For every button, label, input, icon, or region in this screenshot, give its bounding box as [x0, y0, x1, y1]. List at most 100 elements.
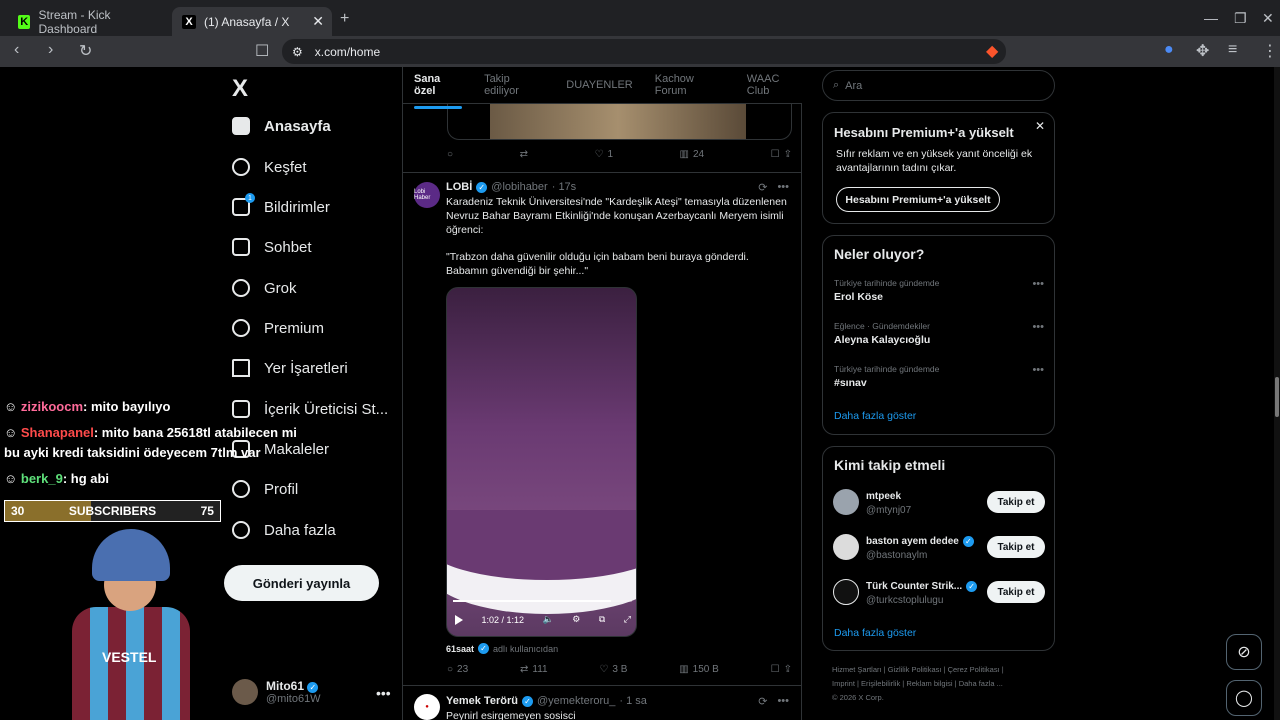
more-options-icon[interactable]: ••• [376, 685, 391, 701]
post-actions: ○ 23 ⇄ 111 ♡ 3 B ▥ 150 B ☐ ⇪ [447, 664, 792, 675]
repost-icon[interactable]: ⇄ [520, 149, 528, 160]
more-options-icon[interactable]: ••• [777, 181, 789, 194]
fullscreen-icon[interactable]: ⤢ [624, 614, 631, 625]
new-tab-button[interactable]: + [340, 10, 349, 28]
window-close-icon[interactable]: ✕ [1262, 10, 1274, 27]
settings-icon[interactable]: ⚙ [572, 614, 580, 625]
pip-icon[interactable]: ⧉ [599, 614, 605, 625]
chat-message: ☺ Shanapanel: mito bana 25618tl atabilec… [4, 423, 304, 463]
scrollbar[interactable] [1274, 67, 1280, 720]
show-more-link[interactable]: Daha fazla göster [834, 410, 916, 422]
nav-item-notifications[interactable]: 1 Bildirimler [232, 193, 330, 216]
reply-button[interactable]: ○ 23 [447, 664, 468, 675]
scrollbar-thumb[interactable] [1275, 377, 1279, 417]
author-handle[interactable]: @yemekteroru_ [537, 695, 615, 707]
footer-line[interactable]: Hizmet Şartları | Gizlilik Politikası | … [832, 663, 1044, 677]
x-logo-icon[interactable]: X [232, 75, 248, 103]
trend-item[interactable]: Türkiye tarihinde gündemde #sınav ••• [834, 364, 1044, 389]
credit-user[interactable]: 61saat [446, 644, 474, 654]
account-switcher[interactable]: Mito61 ✓ @mito61W [232, 679, 321, 705]
messages-fab-icon[interactable]: ◯ [1226, 680, 1262, 716]
author-name[interactable]: LOBİ [446, 181, 472, 193]
nav-item-chat[interactable]: Sohbet [232, 238, 312, 256]
bookmark-share[interactable]: ☐ ⇪ [771, 149, 792, 160]
bookmark-icon[interactable]: ☐ [771, 149, 780, 160]
author-name[interactable]: Yemek Terörü [446, 695, 518, 707]
post-tools: ⟳ ••• [758, 695, 789, 708]
nav-item-explore[interactable]: Keşfet [232, 158, 307, 176]
address-bar[interactable]: ⚙ x.com/home [282, 39, 1006, 64]
nav-item-bookmarks[interactable]: Yer İşaretleri [232, 359, 348, 377]
avatar[interactable]: Lobi Haber [414, 182, 440, 208]
reload-icon[interactable]: ↻ [79, 41, 92, 61]
play-icon[interactable] [455, 614, 463, 625]
premium-upgrade-button[interactable]: Hesabını Premium+'a yükselt [836, 187, 1000, 212]
more-options-icon[interactable]: ••• [1032, 278, 1044, 290]
like-button[interactable]: ♡ 1 [594, 149, 613, 160]
minimize-icon[interactable]: — [1204, 10, 1218, 26]
author-handle[interactable]: @lobihaber [491, 181, 547, 193]
tab-kachow-forum[interactable]: Kachow Forum [655, 73, 725, 97]
video-player[interactable]: ☝ 1:02 / 1:12 🔈 ⚙ ⧉ ⤢ [446, 287, 637, 637]
footer-line[interactable]: Imprint | Erişilebilirlik | Reklam bilgi… [832, 677, 1044, 691]
tab-duayenler[interactable]: DUAYENLER [566, 79, 632, 91]
close-tab-icon[interactable]: ✕ [312, 13, 324, 30]
chat-user-icon: ☺ [4, 399, 21, 414]
follow-button[interactable]: Takip et [987, 536, 1045, 558]
nav-item-grok[interactable]: Grok [232, 279, 297, 297]
extensions-puzzle-icon[interactable]: ✥ [1196, 41, 1209, 61]
nav-item-home[interactable]: Anasayfa [232, 117, 331, 135]
chat-user-icon: ☺ [4, 425, 21, 440]
volume-icon[interactable]: 🔈 [543, 614, 554, 625]
trend-item[interactable]: Türkiye tarihinde gündemde Erol Köse ••• [834, 278, 1044, 303]
browser-menu-icon[interactable]: ⋮ [1262, 41, 1278, 61]
bookmark-page-icon[interactable]: ☐ [255, 41, 269, 61]
nav-label: Keşfet [264, 158, 307, 176]
follow-suggestion[interactable]: Türk Counter Strik... ✓ @turkcstoplulugu … [833, 579, 1045, 609]
previous-post-media[interactable] [447, 104, 792, 140]
tab-following[interactable]: Takip ediliyor [484, 73, 544, 97]
repost-button[interactable]: ⇄ 111 [520, 664, 548, 675]
nav-item-more[interactable]: Daha fazla [232, 521, 336, 539]
follow-suggestion[interactable]: baston ayem dedee ✓ @bastonaylm Takip et [833, 534, 1045, 564]
views-button[interactable]: ▥ 150 B [679, 664, 719, 675]
post-time[interactable]: · 1 sa [619, 695, 647, 707]
search-input[interactable]: ⌕ Ara [822, 70, 1055, 101]
follow-button[interactable]: Takip et [987, 491, 1045, 513]
extension-icon[interactable]: ● [1164, 41, 1174, 59]
show-more-link[interactable]: Daha fazla göster [834, 627, 916, 639]
reply-icon[interactable]: ○ [447, 149, 453, 160]
more-options-icon[interactable]: ••• [777, 695, 789, 708]
follow-suggestion[interactable]: mtpeek @mtynj07 Takip et [833, 489, 1045, 519]
post-button[interactable]: Gönderi yayınla [224, 565, 379, 601]
browser-tab-x[interactable]: X (1) Anasayfa / X ✕ [172, 7, 332, 36]
more-circle-icon [232, 521, 250, 539]
tab-for-you[interactable]: Sana özel [414, 73, 463, 109]
grok-icon[interactable]: ⟳ [758, 181, 767, 194]
more-options-icon[interactable]: ••• [1032, 321, 1044, 333]
site-info-icon[interactable]: ⚙ [292, 45, 303, 59]
more-options-icon[interactable]: ••• [1032, 364, 1044, 376]
browser-tab-kick[interactable]: K Stream - Kick Dashboard [8, 7, 168, 36]
share-icon[interactable]: ⇪ [784, 664, 792, 675]
close-icon[interactable]: ✕ [1035, 119, 1045, 133]
playlist-icon[interactable]: ≡ [1228, 41, 1237, 59]
tab-waac-club[interactable]: WAAC Club [747, 73, 802, 97]
brave-shield-icon[interactable]: ◆ [986, 41, 998, 61]
grok-icon[interactable]: ⟳ [758, 695, 767, 708]
share-icon[interactable]: ⇪ [784, 149, 792, 160]
like-button[interactable]: ♡ 3 B [599, 664, 627, 675]
forward-icon[interactable]: › [48, 41, 53, 59]
trend-item[interactable]: Eğlence · Gündemdekiler Aleyna Kalaycıoğ… [834, 321, 1044, 346]
avatar[interactable]: ● [414, 694, 440, 720]
maximize-icon[interactable]: ❐ [1234, 10, 1247, 27]
post-time[interactable]: · 17s [552, 181, 576, 193]
bookmark-share[interactable]: ☐ ⇪ [771, 664, 792, 675]
nav-item-premium[interactable]: Premium [232, 319, 324, 337]
video-progress-bar[interactable] [453, 600, 632, 602]
back-icon[interactable]: ‹ [14, 41, 19, 59]
follow-button[interactable]: Takip et [987, 581, 1045, 603]
views-button[interactable]: ▥ 24 [680, 149, 705, 160]
bookmark-icon[interactable]: ☐ [771, 664, 780, 675]
grok-fab-icon[interactable]: ⊘ [1226, 634, 1262, 670]
